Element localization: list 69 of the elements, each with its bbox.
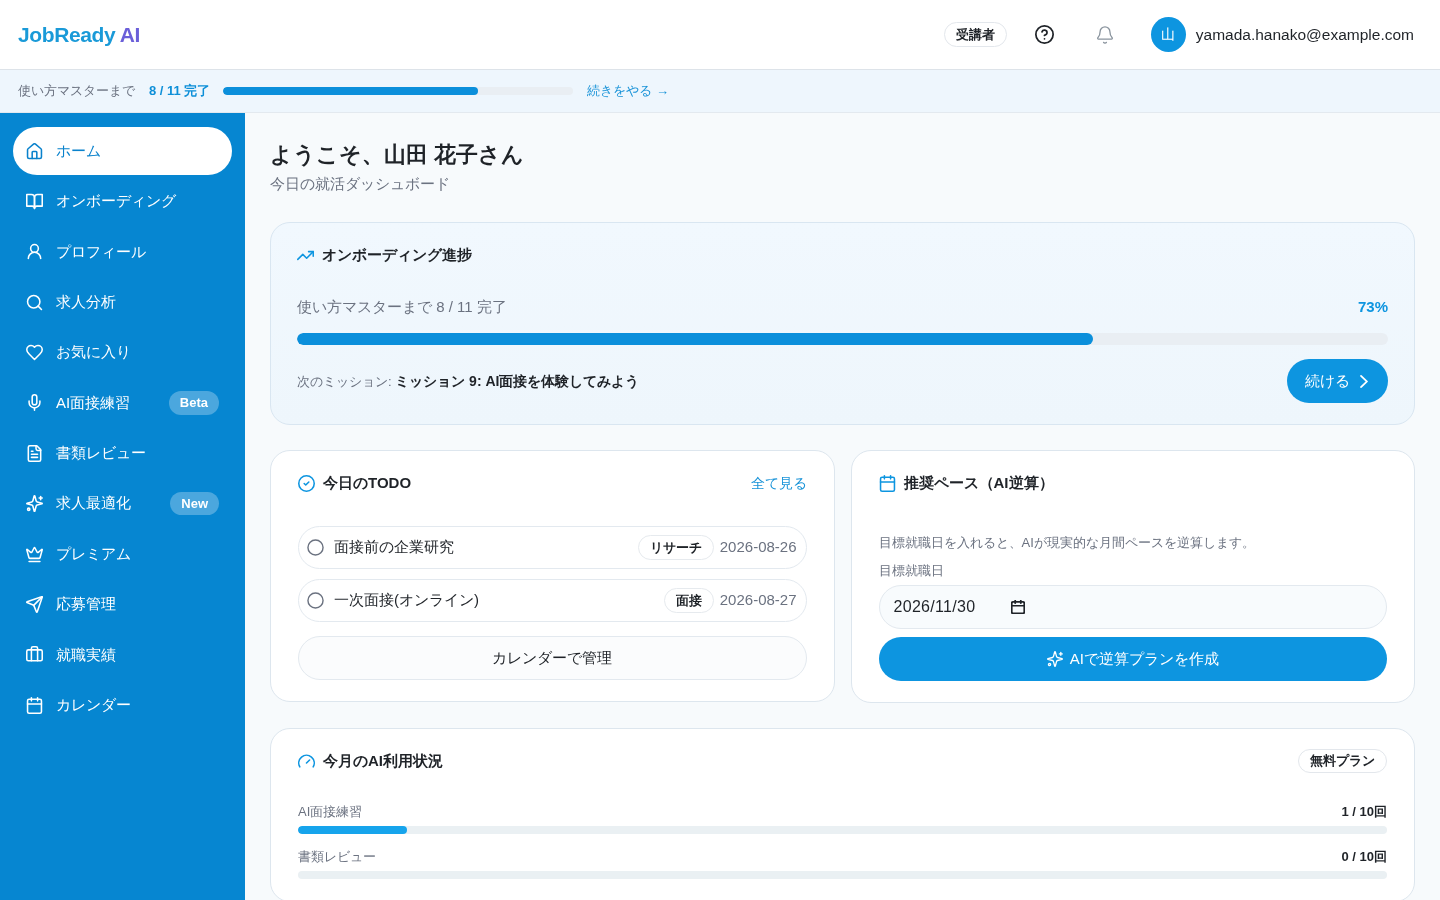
sidebar-item[interactable]: ホーム <box>13 127 232 175</box>
calendar-button[interactable]: カレンダーで管理 <box>298 636 807 680</box>
card-title: 推奨ペース（AI逆算） <box>903 473 1054 493</box>
user-icon <box>26 243 43 261</box>
todo-checkbox[interactable] <box>307 539 324 556</box>
progress-label: 使い方マスターまで 8 / 11 完了 <box>297 297 507 317</box>
sidebar-item[interactable]: 就職実績 <box>13 630 232 679</box>
progress-label: 使い方マスターまで <box>18 82 135 101</box>
sidebar-item[interactable]: オンボーディング <box>13 177 232 226</box>
sidebar-item[interactable]: プロフィール <box>13 227 232 276</box>
card-title: 今月のAI利用状況 <box>323 751 443 771</box>
date-field[interactable]: 2026/11/30 <box>878 585 1387 629</box>
calendar-icon <box>878 474 896 492</box>
sidebar-item[interactable]: 応募管理 <box>13 580 232 629</box>
microphone-icon <box>26 394 43 412</box>
continue-button[interactable]: 続ける <box>1287 359 1388 403</box>
todo-title: 一次面接(オンライン) <box>334 590 479 611</box>
avatar[interactable]: 山 <box>1150 17 1186 52</box>
usage-label: 書類レビュー <box>298 848 376 866</box>
check-circle-icon <box>298 474 315 492</box>
todo-date: 2026-08-26 <box>719 537 797 558</box>
crown-icon <box>26 545 43 563</box>
category-tag: リサーチ <box>637 534 714 561</box>
sidebar-item[interactable]: 求人分析 <box>13 278 232 327</box>
page-subtitle: 今日の就活ダッシュボード <box>270 174 451 194</box>
usage-label: AI面接練習 <box>298 803 363 821</box>
sidebar-badge: New <box>170 492 219 516</box>
progress-count: 8 / 11 完了 <box>149 82 211 101</box>
todo-date: 2026-08-27 <box>719 590 797 611</box>
chevron-right-icon <box>1360 374 1368 388</box>
pace-description: 目標就職日を入れると、AIが現実的な月間ペースを逆算します。 <box>878 534 1256 552</box>
sidebar-item[interactable]: AI面接練習 Beta <box>13 378 232 427</box>
todo-checkbox[interactable] <box>307 592 324 609</box>
role-badge: 受講者 <box>943 21 1007 48</box>
search-icon <box>26 293 43 311</box>
sidebar-item[interactable]: プレミアム <box>13 530 232 579</box>
view-all-link[interactable]: 全て見る <box>750 472 807 494</box>
sidebar-item[interactable]: 求人最適化 New <box>13 479 232 528</box>
heart-icon <box>26 344 43 362</box>
progress-percent: 73% <box>1357 297 1388 317</box>
create-plan-button[interactable]: AIで逆算プランを作成 <box>878 637 1387 681</box>
usage-count: 0 / 10回 <box>1341 848 1387 866</box>
field-label: 目標就職日 <box>878 562 945 580</box>
todo-title: 面接前の企業研究 <box>334 537 454 558</box>
sidebar-badge: Beta <box>168 391 219 415</box>
user-email: yamada.hanako@example.com <box>1195 24 1414 45</box>
sidebar-item[interactable]: カレンダー <box>13 681 232 730</box>
logo[interactable]: JobReady AI <box>18 18 141 51</box>
gauge-icon <box>298 752 315 770</box>
document-icon <box>26 444 43 462</box>
next-mission: 次のミッション: ミッション 9: AI面接を体験してみよう <box>297 371 640 391</box>
sparkle-icon <box>26 495 43 513</box>
sparkle-icon <box>1046 651 1063 667</box>
calendar-icon <box>26 696 43 714</box>
paper-plane-icon <box>26 596 43 613</box>
sidebar-item[interactable]: 書類レビュー <box>13 429 232 478</box>
home-icon <box>26 142 43 160</box>
book-icon <box>26 192 43 210</box>
card-title: オンボーディング進捗 <box>322 245 472 265</box>
continue-link[interactable]: 続きをやる → <box>587 81 670 101</box>
briefcase-icon <box>26 646 43 664</box>
card-title: 今日のTODO <box>323 473 412 493</box>
usage-count: 1 / 10回 <box>1341 803 1387 821</box>
category-tag: 面接 <box>663 587 714 614</box>
help-icon[interactable] <box>1034 25 1054 44</box>
page-title: ようこそ、山田 花子さん <box>270 141 526 169</box>
bell-icon[interactable] <box>1095 25 1114 44</box>
calendar-icon[interactable] <box>1010 600 1025 614</box>
sidebar-item[interactable]: お気に入り <box>13 328 232 377</box>
